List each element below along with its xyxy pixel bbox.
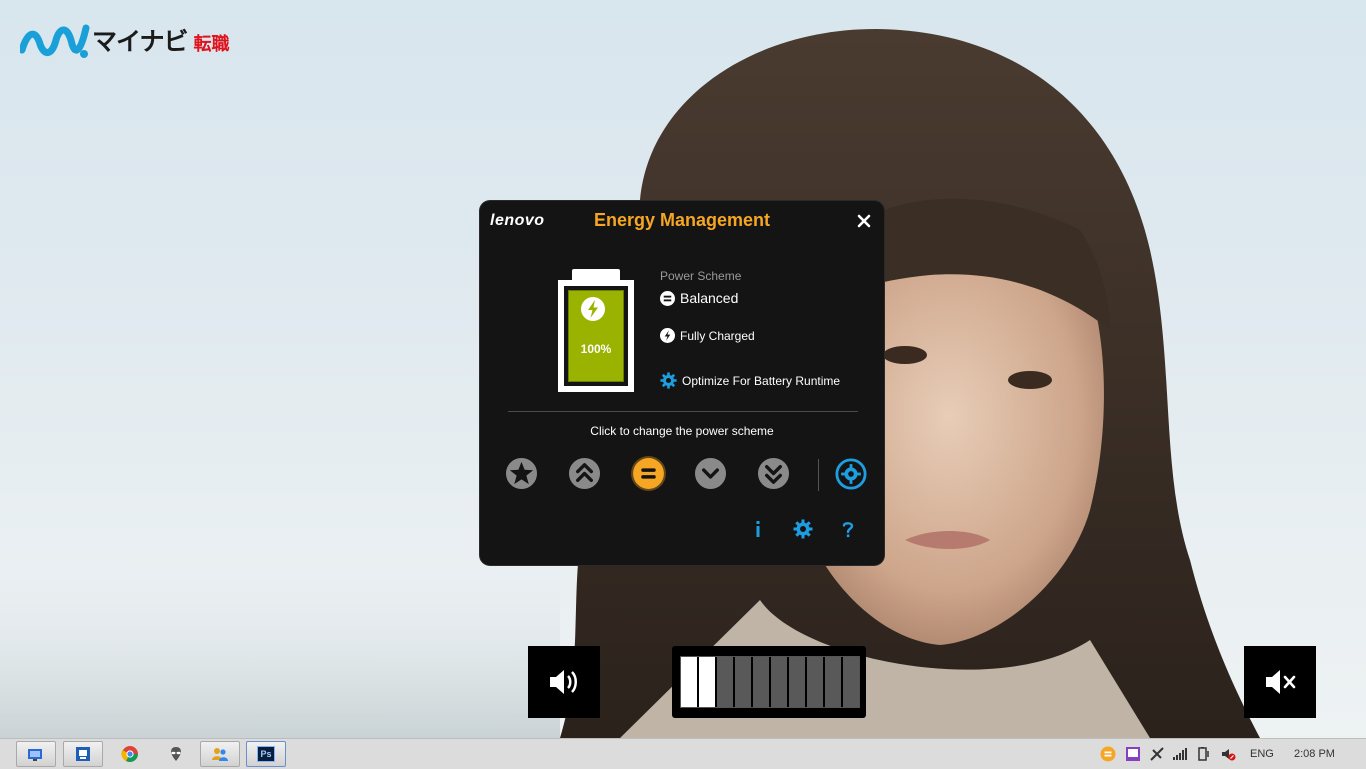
brightness-osd xyxy=(672,646,866,718)
brightness-segment xyxy=(843,657,859,707)
chrome-icon xyxy=(121,746,138,762)
brightness-segment xyxy=(825,657,841,707)
balanced-scheme-button[interactable] xyxy=(631,456,666,491)
brightness-segment xyxy=(753,657,769,707)
scheme-separator xyxy=(818,459,819,491)
taskbar-people-app[interactable] xyxy=(200,741,240,767)
speaker-icon xyxy=(550,670,577,694)
brightness-segment xyxy=(807,657,823,707)
volume-osd xyxy=(528,646,600,718)
section-divider xyxy=(508,411,858,412)
taskbar: Ps ENG 2:08 PM xyxy=(0,738,1366,769)
close-icon[interactable] xyxy=(856,213,872,229)
power-scheme-value: Balanced xyxy=(680,290,739,306)
battery-percent: 100% xyxy=(580,342,612,356)
logo-subtext: 転職 xyxy=(193,34,230,55)
language-indicator[interactable]: ENG xyxy=(1250,748,1274,760)
alien-icon xyxy=(171,747,181,761)
brightness-segment xyxy=(771,657,787,707)
monitor-icon xyxy=(28,749,42,761)
brightness-segment xyxy=(735,657,751,707)
optimize-battery-link[interactable]: Optimize For Battery Runtime xyxy=(660,372,840,389)
battery-indicator: 100% xyxy=(558,269,634,392)
taskbar-photoshop[interactable]: Ps xyxy=(246,741,286,767)
power-scheme-tray-icon[interactable] xyxy=(1100,746,1116,762)
charging-bolt-icon xyxy=(581,297,605,321)
brightness-segment xyxy=(717,657,733,707)
battery-tray-icon[interactable] xyxy=(1196,746,1212,762)
volume-muted-tray-icon[interactable] xyxy=(1220,746,1236,762)
brightness-segment xyxy=(699,657,715,707)
super-saver-button[interactable] xyxy=(757,457,790,490)
people-icon xyxy=(212,748,228,761)
network-signal-icon[interactable] xyxy=(1172,746,1188,762)
window-title: Energy Management xyxy=(593,210,771,230)
scheme-hint: Click to change the power scheme xyxy=(590,424,774,438)
taskbar-desktop-app[interactable] xyxy=(16,741,56,767)
mynavi-mark-icon xyxy=(20,24,90,58)
clock[interactable]: 2:08 PM xyxy=(1294,748,1335,760)
brightness-meter xyxy=(680,656,860,708)
gear-icon xyxy=(660,372,677,389)
custom-scheme-gear-icon[interactable] xyxy=(835,458,867,490)
charge-status-row: Fully Charged xyxy=(660,328,755,343)
flag-tray-icon[interactable] xyxy=(1149,746,1165,762)
brightness-segment xyxy=(789,657,805,707)
mute-osd xyxy=(1244,646,1316,718)
photoshop-icon: Ps xyxy=(257,746,275,762)
power-scheme-label: Power Scheme xyxy=(660,269,742,283)
balanced-icon xyxy=(660,290,675,306)
charged-bolt-icon xyxy=(660,328,675,343)
charge-status: Fully Charged xyxy=(680,328,755,343)
remote-desktop-icon xyxy=(76,747,90,761)
logo-text: マイナビ xyxy=(92,27,189,56)
power-saver-button[interactable] xyxy=(694,457,727,490)
settings-gear-icon[interactable] xyxy=(793,519,813,539)
optimize-label: Optimize For Battery Runtime xyxy=(682,373,841,388)
taskbar-chrome[interactable] xyxy=(118,743,142,765)
help-icon[interactable] xyxy=(838,519,858,539)
energy-management-window: lenovo Energy Management 100% Power Sche… xyxy=(480,201,884,565)
info-icon[interactable] xyxy=(748,519,768,539)
mynavi-logo: マイナビ 転職 xyxy=(20,18,230,62)
display-tray-icon[interactable] xyxy=(1125,746,1141,762)
taskbar-alien-app[interactable] xyxy=(164,743,188,765)
brightness-segment xyxy=(681,657,697,707)
taskbar-remote-app[interactable] xyxy=(63,741,103,767)
star-scheme-button[interactable] xyxy=(505,457,538,490)
current-power-scheme: Balanced xyxy=(660,290,738,306)
battery-body: 100% xyxy=(558,280,634,392)
speaker-muted-icon xyxy=(1266,670,1296,694)
high-performance-button[interactable] xyxy=(568,457,601,490)
